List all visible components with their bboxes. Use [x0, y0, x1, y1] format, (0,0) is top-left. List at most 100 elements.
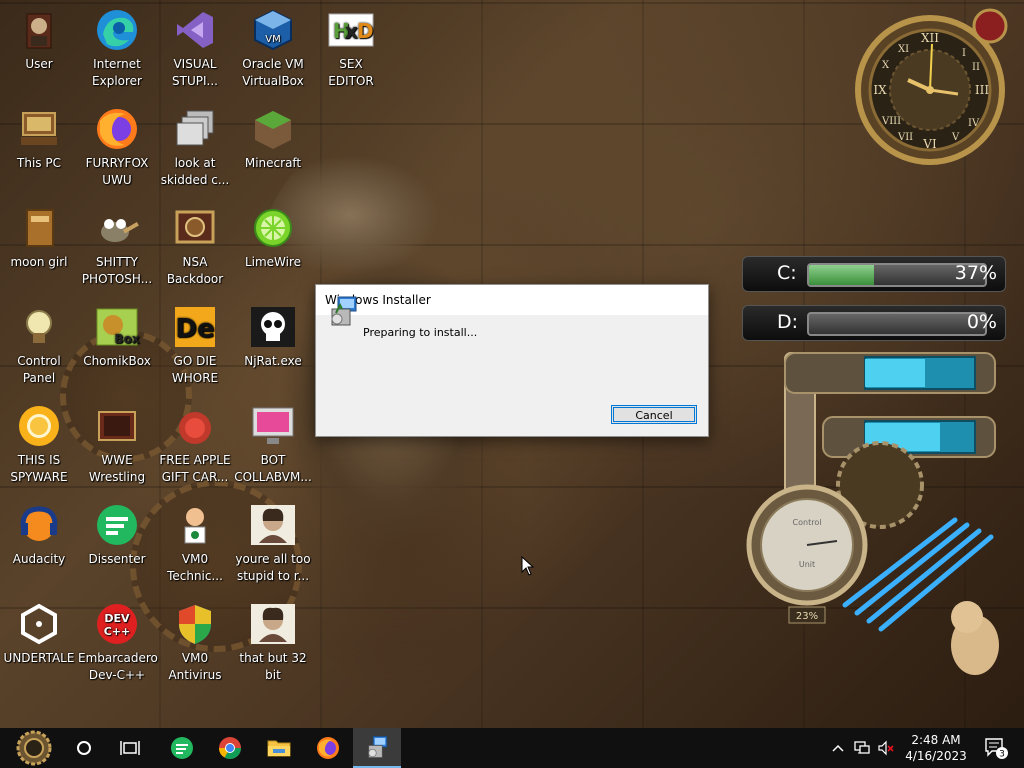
unity-icon	[15, 600, 63, 648]
taskbar-clock[interactable]: 2:48 AM 4/16/2023	[898, 732, 974, 764]
visual-studio-icon	[171, 6, 219, 54]
desktop-icon[interactable]: De GO DIE WHORE	[156, 297, 234, 387]
de-app-icon: De	[171, 303, 219, 351]
start-button[interactable]	[8, 728, 60, 768]
drive-label: C:	[777, 262, 797, 284]
svg-text:VIII: VIII	[881, 116, 901, 127]
desktop-icon-label: FURRYFOX UWU	[85, 156, 149, 187]
taskbar: 2:48 AM 4/16/2023 3	[0, 728, 1024, 768]
desktop-icon-label: NjRat.exe	[244, 354, 302, 368]
minecraft-icon	[249, 105, 297, 153]
svg-text:I: I	[962, 48, 966, 59]
svg-text:XII: XII	[921, 31, 939, 45]
svg-text:Box: Box	[114, 332, 139, 346]
desktop-icon[interactable]: VM Oracle VM VirtualBox	[234, 0, 312, 90]
desktop-icon[interactable]: User	[0, 0, 78, 73]
cortana-search-button[interactable]	[60, 728, 108, 768]
chevron-up-icon	[832, 744, 844, 752]
firefox-icon	[317, 737, 339, 759]
desktop-icon-label: VM0 Technic...	[167, 552, 223, 583]
desktop-icon[interactable]: Box ChomikBox	[78, 297, 156, 370]
apple-gift-icon	[171, 402, 219, 450]
desktop-icon-label: youre all too stupid to r...	[235, 552, 311, 583]
desktop-icon-label: NSA Backdoor	[166, 255, 224, 286]
taskbar-dissenter[interactable]	[158, 728, 206, 768]
desktop-icon[interactable]: LimeWire	[234, 198, 312, 271]
desktop-icon-label: THIS IS SPYWARE	[10, 453, 68, 484]
devcpp-icon: DEV C++	[93, 600, 141, 648]
desktop-icon-label: BOT COLLABVM...	[234, 453, 312, 484]
desktop-icon[interactable]: moon girl	[0, 198, 78, 271]
taskbar-chrome[interactable]	[206, 728, 254, 768]
desktop-icon[interactable]: Minecraft	[234, 99, 312, 172]
desktop-icon[interactable]: that but 32 bit	[234, 594, 312, 684]
svg-text:IX: IX	[873, 83, 887, 97]
edge-icon	[93, 6, 141, 54]
chrome-icon	[219, 737, 241, 759]
svg-text:III: III	[975, 83, 989, 97]
desktop-icon[interactable]: This PC	[0, 99, 78, 172]
desktop-icon[interactable]: BOT COLLABVM...	[234, 396, 312, 486]
audacity-icon	[15, 501, 63, 549]
desktop-icon[interactable]: DEV C++ Embarcadero Dev-C++	[78, 594, 158, 684]
desktop-icon[interactable]: VM0 Technic...	[156, 495, 234, 585]
taskbar-file-explorer[interactable]	[255, 728, 303, 768]
clock-date: 4/16/2023	[905, 749, 967, 763]
drive-tube	[807, 312, 987, 336]
notification-icon: 3	[985, 738, 1008, 760]
network-button[interactable]	[850, 728, 874, 768]
dialog-title: Windows Installer	[316, 285, 708, 315]
monitor-icon	[249, 402, 297, 450]
svg-text:VI: VI	[922, 137, 937, 151]
svg-text:D: D	[357, 19, 374, 43]
desktop-icon[interactable]: THIS IS SPYWARE	[0, 396, 78, 486]
dissenter-icon	[93, 501, 141, 549]
dialog-message: Preparing to install...	[363, 326, 478, 339]
portrait-icon	[249, 501, 297, 549]
desktop-icon-label: Control Panel	[17, 354, 61, 385]
desktop-icon[interactable]: VM0 Antivirus	[156, 594, 234, 684]
desktop-icon[interactable]: UNDERTALE	[0, 594, 78, 667]
clock-widget: XII VI IX III I II IV V VII VIII X XI	[855, 8, 1008, 165]
desktop-icon[interactable]: Hx D SEX EDITOR	[312, 0, 390, 90]
svg-text:V: V	[951, 132, 960, 143]
hex-editor-icon: HxD	[327, 6, 375, 54]
technician-icon	[171, 501, 219, 549]
desktop-icon[interactable]: Internet Explorer	[78, 0, 156, 90]
cancel-button[interactable]: Cancel	[611, 405, 697, 424]
desktop-icon[interactable]: WWE Wrestling	[78, 396, 156, 486]
taskbar-windows-installer[interactable]	[353, 728, 401, 768]
desktop-icon-label: LimeWire	[244, 255, 302, 269]
windows-copy-icon	[171, 105, 219, 153]
desktop-icon[interactable]: NjRat.exe	[234, 297, 312, 370]
task-view-button[interactable]	[106, 728, 154, 768]
desktop-icon-label: Embarcadero Dev-C++	[78, 651, 158, 682]
desktop-icon[interactable]: Audacity	[0, 495, 78, 568]
desktop-icon-label: UNDERTALE	[3, 651, 75, 665]
desktop-icon[interactable]: VISUAL STUPI...	[156, 0, 234, 90]
svg-text:II: II	[972, 62, 980, 73]
drive-c-meter: C: 37%	[742, 256, 1006, 292]
volume-button[interactable]	[874, 728, 898, 768]
desktop-icon-label: VISUAL STUPI...	[172, 57, 218, 88]
task-view-icon	[120, 741, 140, 755]
chrome-canary-icon	[15, 402, 63, 450]
desktop-icon[interactable]: Control Panel	[0, 297, 78, 387]
desktop-icon[interactable]: look at skidded c...	[156, 99, 234, 189]
firefox-icon	[93, 105, 141, 153]
desktop-icon[interactable]: Dissenter	[78, 495, 156, 568]
clock-time: 2:48 AM	[911, 733, 961, 747]
desktop-icon[interactable]: SHITTY PHOTOSH...	[78, 198, 156, 288]
show-hidden-icons-button[interactable]	[826, 728, 850, 768]
action-center-button[interactable]: 3	[976, 728, 1016, 768]
this-pc-icon	[15, 105, 63, 153]
desktop-icon[interactable]: FREE APPLE GIFT CAR...	[156, 396, 234, 486]
taskbar-firefox[interactable]	[304, 728, 352, 768]
desktop-icon[interactable]: NSA Backdoor	[156, 198, 234, 288]
desktop-icon-label: look at skidded c...	[160, 156, 230, 187]
desktop-icon[interactable]: youre all too stupid to r...	[234, 495, 312, 585]
desktop-icon-label: VM0 Antivirus	[168, 651, 222, 682]
notification-count: 3	[999, 750, 1005, 760]
desktop-icon[interactable]: FURRYFOX UWU	[78, 99, 156, 189]
limewire-icon	[249, 204, 297, 252]
